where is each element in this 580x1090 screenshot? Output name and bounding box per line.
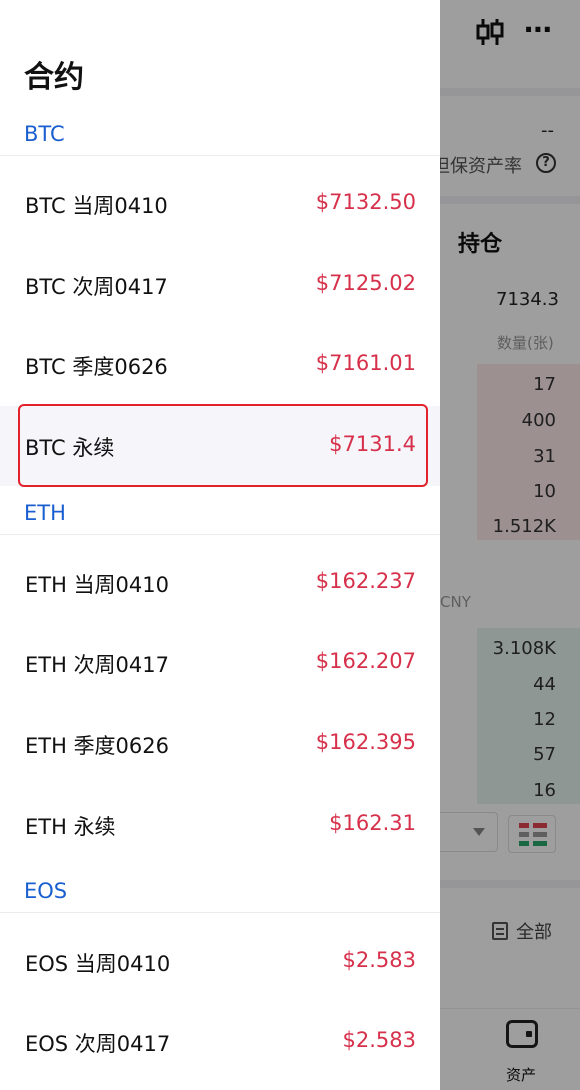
contract-item[interactable]: BTC 当周0410 $7132.50 [0, 164, 440, 244]
contract-drawer: 合约 BTC BTC 当周0410 $7132.50 BTC 次周0417 $7… [0, 0, 440, 1090]
section-header-eos: EOS [0, 873, 440, 913]
contract-price: $7161.01 [315, 351, 416, 375]
contract-price: $162.207 [315, 649, 416, 673]
section-header-btc: BTC [0, 116, 440, 156]
contract-name: EOS 当周0410 [25, 952, 171, 976]
contract-item[interactable]: EOS 当周0410 $2.583 [0, 922, 440, 1002]
contract-price: $2.583 [342, 1028, 416, 1052]
selection-highlight [18, 404, 428, 487]
section-label: ETH [24, 501, 66, 525]
contract-name: ETH 季度0626 [25, 734, 170, 758]
contract-name: BTC 当周0410 [25, 194, 168, 218]
contract-item[interactable]: ETH 次周0417 $162.207 [0, 623, 440, 703]
contract-name: ETH 次周0417 [25, 653, 170, 677]
contract-item[interactable]: EOS 次周0417 $2.583 [0, 1002, 440, 1082]
contract-price: $7132.50 [315, 190, 416, 214]
contract-item[interactable]: ETH 永续 $162.31 [0, 785, 440, 865]
contract-item[interactable]: BTC 季度0626 $7161.01 [0, 325, 440, 405]
section-header-eth: ETH [0, 495, 440, 535]
contract-name: BTC 次周0417 [25, 275, 168, 299]
contract-item[interactable]: ETH 季度0626 $162.395 [0, 704, 440, 784]
section-label: BTC [24, 122, 65, 146]
drawer-title: 合约 [24, 60, 84, 95]
section-label: EOS [24, 879, 68, 903]
contract-name: ETH 当周0410 [25, 573, 170, 597]
contract-name: BTC 季度0626 [25, 355, 168, 379]
contract-name: EOS 次周0417 [25, 1032, 171, 1056]
contract-price: $162.395 [315, 730, 416, 754]
contract-price: $162.31 [329, 811, 416, 835]
contract-price: $162.237 [315, 569, 416, 593]
contract-item[interactable]: ETH 当周0410 $162.237 [0, 543, 440, 623]
contract-price: $7125.02 [315, 271, 416, 295]
contract-price: $2.583 [342, 948, 416, 972]
contract-name: ETH 永续 [25, 815, 116, 839]
contract-item[interactable]: BTC 次周0417 $7125.02 [0, 245, 440, 325]
